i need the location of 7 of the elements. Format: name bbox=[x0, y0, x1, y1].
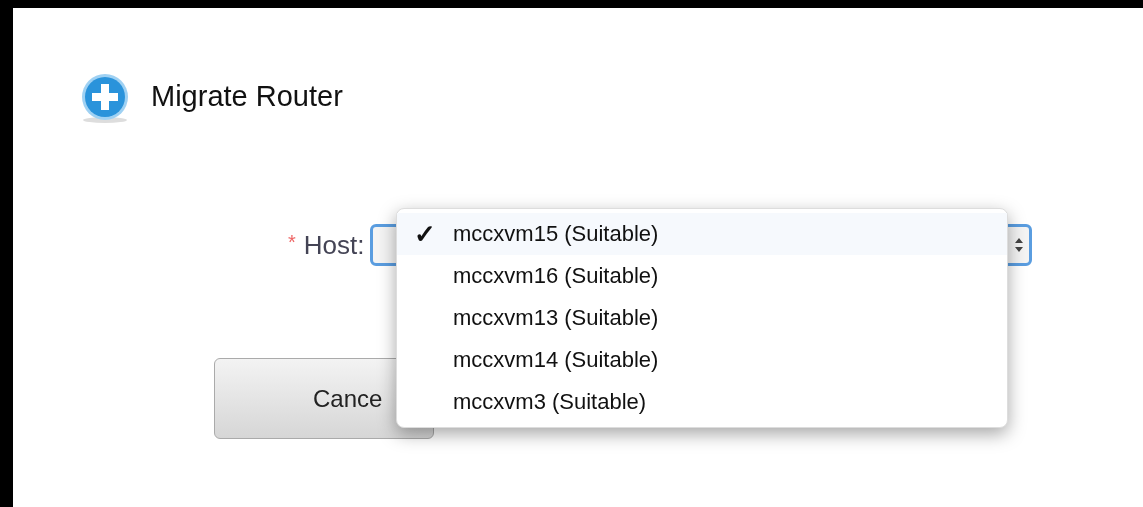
menu-option[interactable]: mccxvm13 (Suitable) bbox=[397, 297, 1007, 339]
menu-option[interactable]: ✓ mccxvm15 (Suitable) bbox=[397, 213, 1007, 255]
dialog-title: Migrate Router bbox=[151, 79, 343, 113]
required-mark: * bbox=[288, 231, 296, 254]
field-label: Host: bbox=[303, 229, 365, 261]
menu-option[interactable]: mccxvm16 (Suitable) bbox=[397, 255, 1007, 297]
checkmark-icon: ✓ bbox=[414, 218, 436, 250]
